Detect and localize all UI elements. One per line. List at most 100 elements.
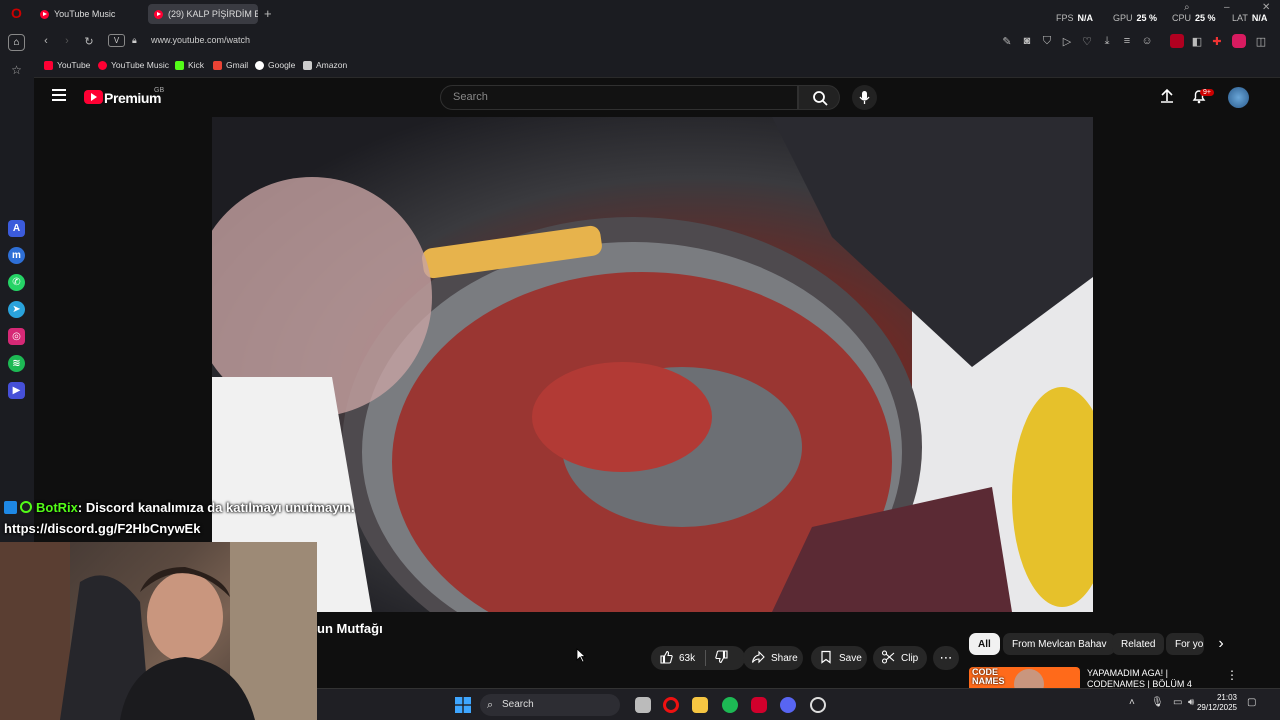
chevron-right-icon[interactable]: › bbox=[1210, 634, 1232, 656]
tab-youtube-music[interactable]: YouTube Music bbox=[34, 4, 144, 24]
volume-tray-icon[interactable]: 🔊︎ bbox=[1188, 697, 1194, 708]
shield-icon[interactable]: ⛉ bbox=[1040, 34, 1054, 48]
messenger-icon[interactable]: m bbox=[8, 247, 25, 264]
star-icon[interactable]: ☆ bbox=[8, 61, 25, 78]
bookmark-youtube-music[interactable]: YouTube Music bbox=[98, 60, 169, 70]
recommendation-thumbnail[interactable]: CODE NAMES bbox=[969, 667, 1080, 688]
taskbar-search[interactable]: ⌕ Search bbox=[480, 694, 620, 716]
task-view-icon[interactable] bbox=[635, 697, 651, 713]
discord-taskbar-icon[interactable] bbox=[780, 697, 796, 713]
tab-strip: YouTube Music (29) KALP PİŞİRDİM E + FPS… bbox=[34, 0, 1280, 28]
player-icon[interactable]: ▶ bbox=[8, 382, 25, 399]
cpu-stat: CPU 25 % bbox=[1172, 13, 1216, 23]
dislike-button[interactable] bbox=[715, 649, 729, 667]
recommendation-title[interactable]: YAPAMADIM AGA! | CODENAMES | BÖLÜM 4 bbox=[1087, 668, 1197, 688]
chat-link[interactable]: https://discord.gg/F2HbCnywEk bbox=[4, 521, 200, 536]
bookmark-youtube[interactable]: YouTube bbox=[44, 60, 90, 70]
scissors-icon bbox=[881, 649, 895, 667]
taskbar-search-icon: ⌕ bbox=[487, 699, 494, 711]
aria-icon[interactable]: A bbox=[8, 220, 25, 237]
new-tab-icon[interactable]: + bbox=[264, 6, 272, 21]
chip-related[interactable]: Related bbox=[1112, 633, 1165, 655]
bookmark-google[interactable]: Google bbox=[255, 60, 295, 70]
premium-logo-text[interactable]: Premium bbox=[104, 90, 162, 106]
microphone-tray-icon[interactable]: 🎙︎ bbox=[1151, 697, 1164, 708]
like-button[interactable] bbox=[659, 650, 673, 667]
thumbnail-face bbox=[1014, 669, 1044, 688]
video-player[interactable] bbox=[212, 117, 1093, 612]
opera-taskbar-icon[interactable] bbox=[663, 697, 679, 713]
extension-1-icon[interactable] bbox=[1170, 34, 1184, 48]
opera-logo-icon[interactable]: O bbox=[8, 4, 25, 21]
network-tray-icon[interactable]: ▭ bbox=[1173, 697, 1182, 708]
bookmark-save-icon bbox=[820, 650, 832, 667]
extension-4-icon[interactable] bbox=[1232, 34, 1246, 48]
home-icon[interactable]: ⌂ bbox=[8, 34, 25, 51]
minimize-icon[interactable]: – bbox=[1224, 2, 1230, 13]
reload-icon[interactable]: ↻ bbox=[82, 34, 96, 48]
thumbs-up-icon bbox=[660, 650, 673, 664]
forward-icon[interactable]: › bbox=[60, 34, 74, 48]
chip-for-you[interactable]: For yo bbox=[1166, 633, 1204, 655]
extension-2-icon[interactable]: ◧ bbox=[1190, 34, 1204, 48]
clip-button[interactable]: Clip bbox=[873, 646, 927, 670]
bookmark-amazon[interactable]: Amazon bbox=[303, 60, 347, 70]
heart-icon[interactable]: ♡ bbox=[1080, 34, 1094, 48]
play-icon[interactable]: ▷ bbox=[1060, 34, 1074, 48]
url-badge: V bbox=[108, 34, 125, 47]
search-button[interactable] bbox=[798, 85, 840, 110]
extensions-icon[interactable]: ◫ bbox=[1254, 34, 1268, 48]
search-tabs-icon[interactable]: ⌕ bbox=[1184, 2, 1190, 13]
spotify-taskbar-icon[interactable] bbox=[722, 697, 738, 713]
webcam-overlay bbox=[0, 542, 317, 720]
bookmark-kick[interactable]: Kick bbox=[175, 60, 204, 70]
windows-taskbar: ⌕ Search ˄ 🎙︎ ▭ 🔊︎ 21:03 29/12/2025 ▢ bbox=[317, 688, 1280, 720]
camera-icon[interactable]: ◙ bbox=[1020, 34, 1034, 48]
whatsapp-icon[interactable]: ✆ bbox=[8, 274, 25, 291]
clock[interactable]: 21:03 29/12/2025 bbox=[1195, 693, 1237, 713]
chip-all[interactable]: All bbox=[969, 633, 1000, 655]
more-actions-icon[interactable]: ⋯ bbox=[933, 646, 959, 670]
google-icon bbox=[255, 60, 264, 70]
windows-start-icon[interactable] bbox=[455, 697, 471, 713]
account-icon[interactable]: ☺ bbox=[1140, 34, 1154, 48]
create-upload-icon[interactable] bbox=[1159, 88, 1175, 109]
download-icon[interactable]: ⤓ bbox=[1100, 34, 1114, 48]
voice-search-button[interactable] bbox=[852, 85, 877, 110]
file-explorer-icon[interactable] bbox=[692, 697, 708, 713]
telegram-icon[interactable]: ➤ bbox=[8, 301, 25, 318]
youtube-logo-icon[interactable] bbox=[84, 90, 103, 104]
tab-active-video[interactable]: (29) KALP PİŞİRDİM E bbox=[148, 4, 258, 24]
app-taskbar-icon[interactable] bbox=[751, 697, 767, 713]
search-input[interactable]: Search bbox=[440, 85, 798, 110]
menu-icon[interactable] bbox=[52, 89, 66, 101]
list-icon[interactable]: ≡ bbox=[1120, 34, 1134, 48]
chip-from-channel[interactable]: From Mevlcan Bahav bbox=[1003, 633, 1116, 655]
recommendation-menu-icon[interactable]: ⋮ bbox=[1226, 668, 1238, 682]
bookmark-gmail[interactable]: Gmail bbox=[213, 60, 248, 70]
extension-3-icon[interactable]: ✚ bbox=[1210, 34, 1224, 48]
tray-chevron-icon[interactable]: ˄ bbox=[1129, 697, 1135, 708]
close-window-icon[interactable]: ✕ bbox=[1262, 2, 1270, 13]
search-icon bbox=[813, 91, 828, 106]
notifications-tray-icon[interactable]: ▢ bbox=[1247, 697, 1256, 708]
tab-label: (29) KALP PİŞİRDİM E bbox=[168, 9, 258, 19]
back-icon[interactable]: ‹ bbox=[39, 34, 53, 48]
channel-name[interactable]: un Mutfağı bbox=[317, 621, 383, 636]
edit-icon[interactable]: ✎ bbox=[1000, 34, 1014, 48]
clock-time: 21:03 bbox=[1216, 693, 1237, 702]
spotify-icon[interactable]: ≋ bbox=[8, 355, 25, 372]
url-text: www.youtube.com/watch bbox=[151, 35, 251, 45]
share-button[interactable]: Share bbox=[743, 646, 803, 670]
streamer-image bbox=[0, 542, 317, 720]
fps-stat: FPS N/A bbox=[1056, 13, 1094, 23]
avatar[interactable] bbox=[1228, 87, 1249, 108]
like-dislike-group: 63k bbox=[651, 646, 745, 670]
save-button[interactable]: Save bbox=[811, 646, 867, 670]
obs-taskbar-icon[interactable] bbox=[810, 697, 826, 713]
youtube-icon bbox=[44, 60, 53, 70]
botrix-badge-icon bbox=[4, 501, 17, 514]
clip-label: Clip bbox=[901, 652, 919, 664]
instagram-icon[interactable]: ◎ bbox=[8, 328, 25, 345]
chat-username: BotRix bbox=[36, 500, 78, 515]
